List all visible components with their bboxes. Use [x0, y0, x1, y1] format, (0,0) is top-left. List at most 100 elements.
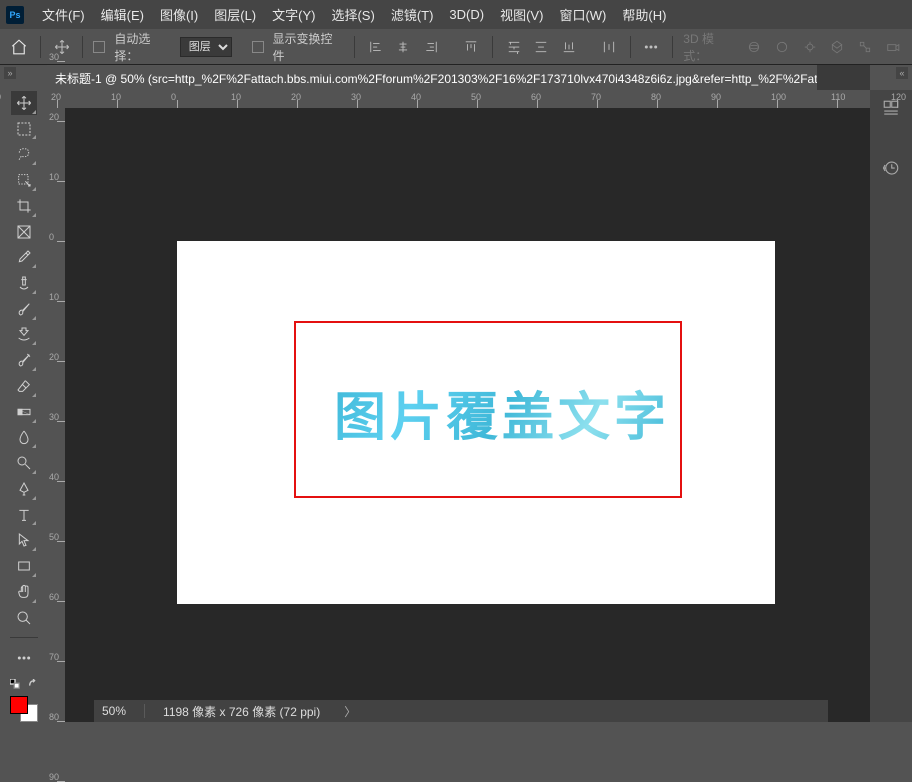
- edit-toolbar-icon[interactable]: [11, 646, 37, 670]
- orbit-3d-icon: [743, 36, 765, 58]
- menu-layer[interactable]: 图层(L): [206, 1, 264, 28]
- ruler-tick-label: 40: [49, 473, 61, 481]
- ruler-tick-label: 100: [771, 92, 786, 102]
- zoom-level[interactable]: 50%: [102, 704, 126, 718]
- auto-select-label: 自动选择：: [114, 30, 173, 64]
- ruler-tick-label: 50: [471, 92, 481, 102]
- menu-select[interactable]: 选择(S): [323, 1, 382, 28]
- document-area: 1101009080706050403020100102030405060708…: [47, 90, 870, 722]
- ruler-tick-label: 30: [0, 92, 1, 102]
- align-right-edges-icon[interactable]: [420, 36, 442, 58]
- menu-bar: Ps 文件(F) 编辑(E) 图像(I) 图层(L) 文字(Y) 选择(S) 滤…: [0, 0, 912, 29]
- menu-type[interactable]: 文字(Y): [264, 1, 323, 28]
- dodge-tool[interactable]: [11, 451, 37, 475]
- menu-edit[interactable]: 编辑(E): [93, 1, 152, 28]
- ruler-tick-label: 90: [711, 92, 721, 102]
- expand-panels-icon[interactable]: «: [896, 67, 908, 79]
- history-panel-icon[interactable]: [879, 156, 903, 180]
- pen-tool[interactable]: [11, 477, 37, 501]
- eraser-tool[interactable]: [11, 374, 37, 398]
- ruler-tick-label: 110: [831, 92, 845, 102]
- rectangle-tool[interactable]: [11, 554, 37, 578]
- ruler-tick-label: 80: [49, 713, 61, 721]
- ruler-horizontal[interactable]: 1101009080706050403020100102030405060708…: [65, 90, 870, 108]
- menu-file[interactable]: 文件(F): [34, 1, 93, 28]
- document-tab[interactable]: 未标题-1 @ 50% (src=http_%2F%2Fattach.bbs.m…: [47, 65, 817, 90]
- ruler-tick-label: 30: [351, 92, 361, 102]
- history-brush-tool[interactable]: [11, 348, 37, 372]
- blur-tool[interactable]: [11, 426, 37, 450]
- divider: [40, 36, 41, 58]
- ruler-tick-label: 10: [49, 293, 61, 301]
- align-left-edges-icon[interactable]: [365, 36, 387, 58]
- photoshop-logo-icon: Ps: [6, 6, 24, 24]
- distribute-bottom-icon[interactable]: [558, 36, 580, 58]
- divider: [82, 36, 83, 58]
- menu-image[interactable]: 图像(I): [152, 1, 206, 28]
- divider: [672, 36, 673, 58]
- ruler-tick-label: 10: [231, 92, 241, 102]
- menu-view[interactable]: 视图(V): [492, 1, 551, 28]
- gradient-tool[interactable]: [11, 400, 37, 424]
- default-colors-icon[interactable]: [10, 678, 20, 692]
- collapsed-panels: [870, 90, 912, 722]
- align-horizontal-centers-icon[interactable]: [392, 36, 414, 58]
- document-dimensions[interactable]: 1198 像素 x 726 像素 (72 ppi): [163, 703, 320, 720]
- auto-select-target[interactable]: 图层: [180, 37, 232, 57]
- swap-colors-icon[interactable]: [28, 678, 38, 692]
- clone-stamp-tool[interactable]: [11, 323, 37, 347]
- canvas[interactable]: 图片覆盖文字: [177, 241, 775, 604]
- show-transform-checkbox[interactable]: [252, 41, 264, 53]
- menu-3d[interactable]: 3D(D): [441, 3, 492, 26]
- hand-tool[interactable]: [11, 580, 37, 604]
- ruler-tick-label: 0: [49, 233, 61, 241]
- brush-tool[interactable]: [11, 297, 37, 321]
- quick-selection-tool[interactable]: [11, 168, 37, 192]
- ruler-tick-label: 10: [111, 92, 121, 102]
- type-tool[interactable]: [11, 503, 37, 527]
- auto-select-checkbox[interactable]: [93, 41, 105, 53]
- ruler-tick-label: 10: [49, 173, 61, 181]
- crop-tool[interactable]: [11, 194, 37, 218]
- spot-healing-brush-tool[interactable]: [11, 271, 37, 295]
- path-selection-tool[interactable]: [11, 528, 37, 552]
- document-tab-title: 未标题-1 @ 50% (src=http_%2F%2Fattach.bbs.m…: [55, 70, 817, 87]
- ruler-tick-label: 60: [531, 92, 541, 102]
- ruler-tick-label: 70: [591, 92, 601, 102]
- rectangular-marquee-tool[interactable]: [11, 117, 37, 141]
- more-options-icon[interactable]: [641, 36, 663, 58]
- distribute-top-icon[interactable]: [503, 36, 525, 58]
- ruler-tick-label: 20: [49, 353, 61, 361]
- ruler-tick-label: 20: [51, 92, 61, 102]
- ruler-vertical[interactable]: 3020100102030405060708090: [47, 108, 65, 722]
- menu-window[interactable]: 窗口(W): [551, 1, 614, 28]
- ruler-tick-label: 20: [49, 113, 61, 121]
- ruler-tick-label: 70: [49, 653, 61, 661]
- camera-3d-icon: [882, 36, 904, 58]
- distribute-horizontal-icon[interactable]: [598, 36, 620, 58]
- menu-filter[interactable]: 滤镜(T): [383, 1, 442, 28]
- foreground-color-swatch[interactable]: [10, 696, 28, 714]
- ruler-tick-label: 0: [171, 92, 176, 102]
- pan-3d-icon: [799, 36, 821, 58]
- move-tool[interactable]: [11, 91, 37, 115]
- distribute-vertical-icon[interactable]: [530, 36, 552, 58]
- home-icon[interactable]: [8, 36, 30, 58]
- divider: [354, 36, 355, 58]
- divider: [10, 637, 38, 638]
- ruler-tick-label: 120: [891, 92, 906, 102]
- status-flyout-icon[interactable]: 〉: [344, 703, 356, 720]
- color-controls: [7, 678, 41, 722]
- canvas-viewport[interactable]: 图片覆盖文字: [65, 108, 870, 722]
- frame-tool[interactable]: [11, 220, 37, 244]
- zoom-tool[interactable]: [11, 606, 37, 630]
- menu-help[interactable]: 帮助(H): [614, 1, 674, 28]
- align-top-edges-icon[interactable]: [460, 36, 482, 58]
- lasso-tool[interactable]: [11, 142, 37, 166]
- divider: [630, 36, 631, 58]
- color-swatches[interactable]: [10, 696, 38, 722]
- expand-tools-icon[interactable]: »: [4, 67, 16, 79]
- document-tab-bar: 未标题-1 @ 50% (src=http_%2F%2Fattach.bbs.m…: [47, 65, 870, 90]
- ruler-tick-label: 80: [651, 92, 661, 102]
- eyedropper-tool[interactable]: [11, 245, 37, 269]
